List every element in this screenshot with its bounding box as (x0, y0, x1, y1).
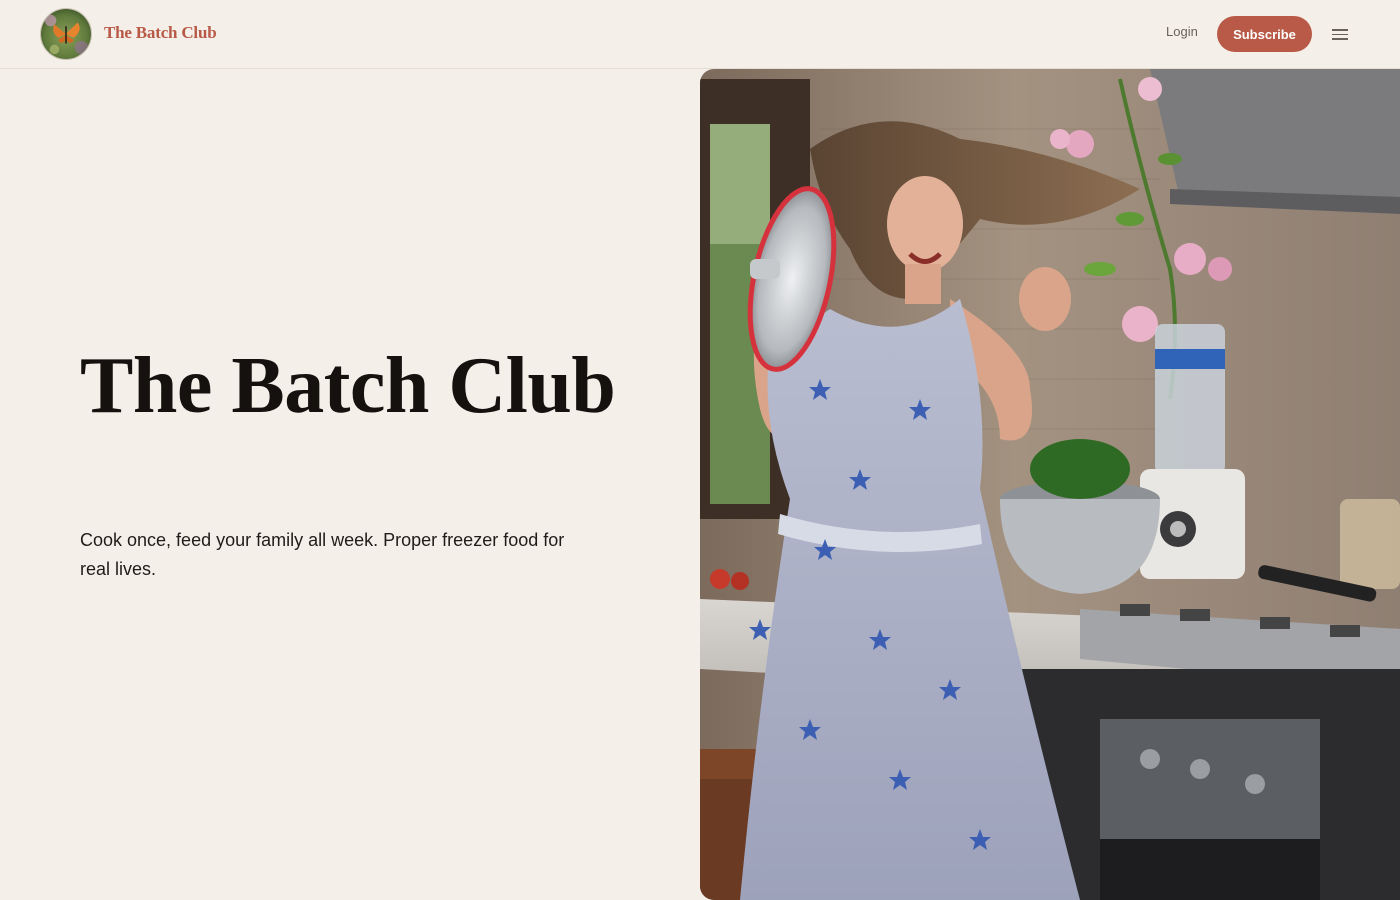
hero-subtitle: Cook once, feed your family all week. Pr… (80, 530, 565, 579)
login-link[interactable]: Login (1166, 24, 1198, 39)
hamburger-menu-icon[interactable] (1331, 26, 1349, 42)
subscribe-button[interactable]: Subscribe (1217, 16, 1312, 52)
butterfly-avatar-icon[interactable] (40, 8, 92, 60)
hero-title: The Batch Club (80, 342, 616, 430)
hero-kitchen-photo (700, 69, 1400, 900)
top-navigation-bar: The Batch Club Login Subscribe (0, 0, 1400, 69)
brand-name[interactable]: The Batch Club (104, 23, 217, 43)
